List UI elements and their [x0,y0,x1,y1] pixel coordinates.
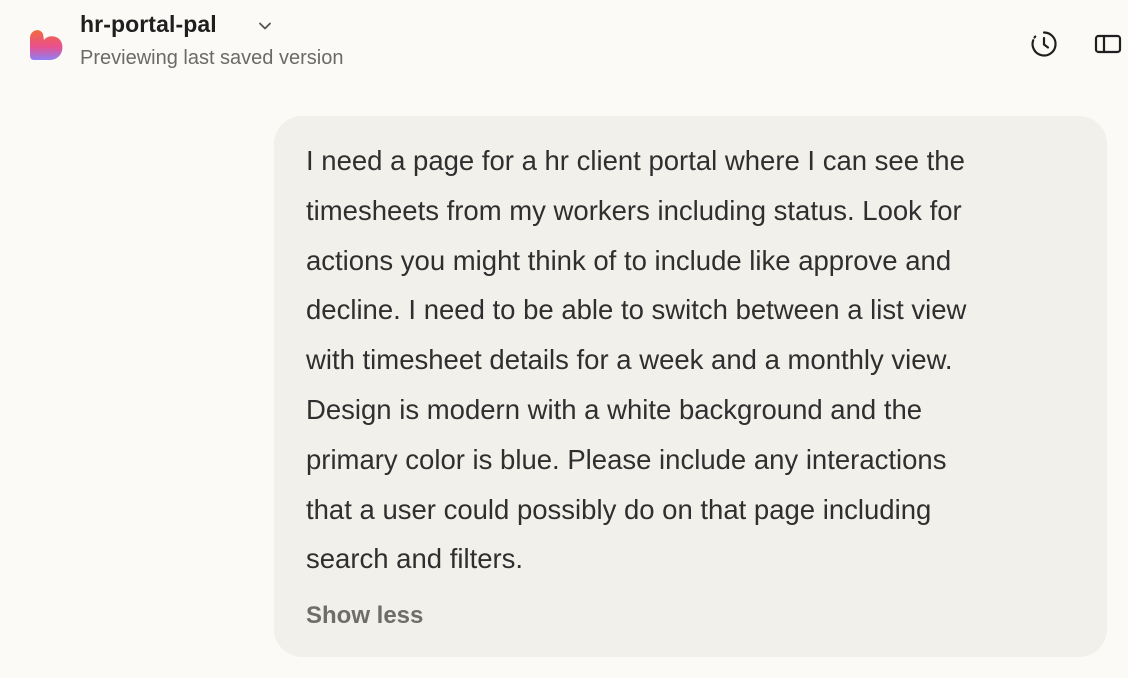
preview-status: Previewing last saved version [80,47,344,69]
message-line: timesheets from my workers including sta… [306,194,962,226]
show-less-button[interactable]: Show less [306,602,423,630]
project-title[interactable]: hr-portal-pal [80,11,217,38]
history-button[interactable] [1026,26,1062,62]
chevron-down-icon[interactable] [256,17,274,35]
message-line: search and filters. [306,543,524,575]
message-line: actions you might think of to include li… [306,244,952,276]
message-line: primary color is blue. Please include an… [306,443,947,475]
message-line: decline. I need to be able to switch bet… [306,294,967,326]
message-line: that a user could possibly do on that pa… [306,493,932,525]
message-text: I need a page for a hr client portal whe… [306,136,1086,584]
message-line: I need a page for a hr client portal whe… [306,145,965,176]
heart-logo-icon [30,30,63,60]
sidebar-toggle-icon [1094,34,1122,54]
message-line: Design is modern with a white background… [306,393,923,425]
project-header: hr-portal-pal Previewing last saved vers… [0,0,1128,90]
sidebar-toggle-button[interactable] [1090,26,1126,62]
message-line: with timesheet details for a week and a … [306,344,953,376]
history-icon [1031,31,1057,57]
user-message-bubble: I need a page for a hr client portal whe… [274,116,1107,657]
